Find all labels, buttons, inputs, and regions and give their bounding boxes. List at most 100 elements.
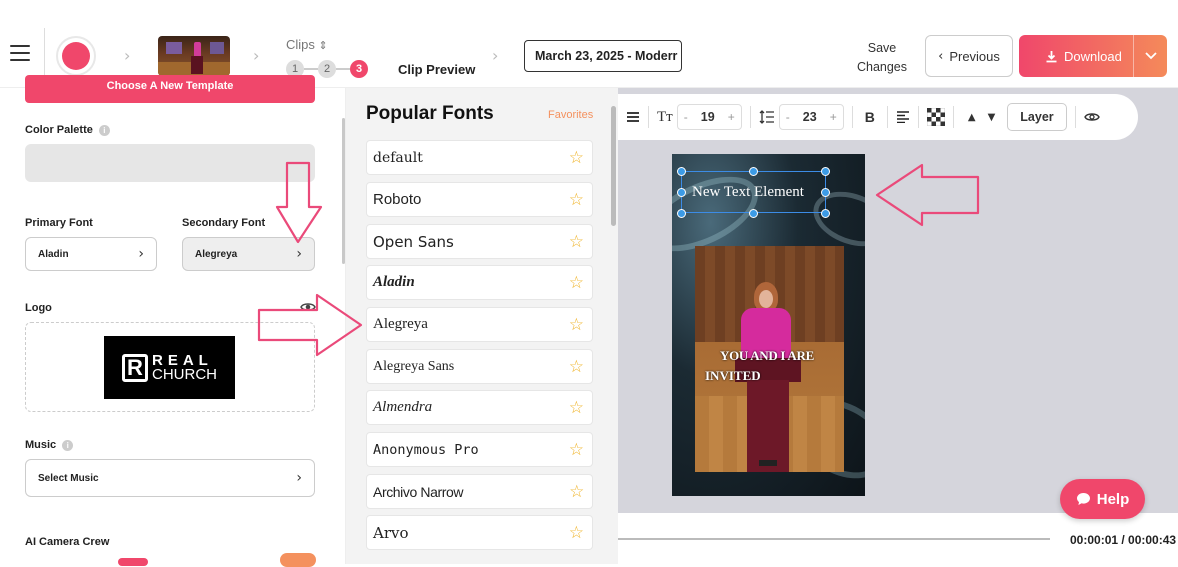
- video-frame: YOU AND I ARE INVITED: [695, 246, 844, 472]
- font-item[interactable]: Anonymous Pro ☆: [366, 432, 593, 467]
- help-label: Help: [1096, 490, 1130, 508]
- layer-down-icon[interactable]: ▼: [982, 112, 1002, 123]
- down-arrow-annotation-icon: [275, 161, 323, 244]
- star-icon[interactable]: ☆: [569, 315, 584, 335]
- font-item[interactable]: Roboto ☆: [366, 182, 593, 217]
- text-element[interactable]: New Text Element: [681, 171, 826, 213]
- info-icon[interactable]: i: [62, 439, 74, 451]
- save-label: Save: [867, 41, 897, 55]
- decrease-icon[interactable]: -: [678, 110, 694, 124]
- previous-label: Previous: [949, 48, 1000, 64]
- download-label: Download: [1064, 48, 1122, 64]
- layer-button[interactable]: Layer: [1007, 103, 1067, 131]
- font-item[interactable]: Almendra ☆: [366, 390, 593, 425]
- eye-icon[interactable]: [1083, 111, 1100, 123]
- choose-template-button[interactable]: Choose A New Template: [25, 75, 315, 103]
- caption-line-2[interactable]: INVITED: [705, 368, 761, 384]
- ai-camera-label: AI Camera Crew: [25, 536, 110, 548]
- color-palette-heading: Color Palette i: [25, 124, 110, 136]
- resize-handle[interactable]: [821, 167, 830, 176]
- line-height-stepper[interactable]: - 23 +: [778, 104, 844, 130]
- chevron-down-icon[interactable]: [1133, 35, 1167, 77]
- font-item[interactable]: Open Sans ☆: [366, 224, 593, 259]
- text-align-icon[interactable]: [896, 111, 910, 123]
- color-palette-swatch[interactable]: [25, 144, 315, 182]
- star-icon[interactable]: ☆: [569, 148, 584, 168]
- clip-title-field[interactable]: March 23, 2025 - Moderr: [524, 40, 682, 72]
- secondary-font-value: Alegreya: [195, 248, 238, 260]
- line-height-value[interactable]: 23: [796, 110, 824, 124]
- left-arrow-annotation-icon: [875, 163, 980, 227]
- chevron-right-icon: ›: [492, 46, 499, 65]
- bold-button[interactable]: B: [861, 109, 879, 125]
- music-select[interactable]: Select Music ›: [25, 459, 315, 497]
- resize-handle[interactable]: [677, 167, 686, 176]
- font-item[interactable]: Alegreya ☆: [366, 307, 593, 342]
- increase-icon[interactable]: +: [722, 110, 741, 124]
- option-chip[interactable]: [118, 558, 148, 566]
- clips-label: Clips: [286, 37, 315, 52]
- star-icon[interactable]: ☆: [569, 232, 584, 252]
- star-icon[interactable]: ☆: [569, 273, 584, 293]
- transparency-icon[interactable]: [926, 108, 945, 126]
- popular-fonts-title: Popular Fonts: [366, 103, 494, 124]
- caption-line-1[interactable]: YOU AND I ARE: [720, 348, 814, 364]
- step-3[interactable]: 3: [350, 60, 368, 78]
- color-palette-label: Color Palette: [25, 124, 93, 136]
- font-item[interactable]: Arvo ☆: [366, 515, 593, 550]
- save-changes-button[interactable]: Save Changes: [852, 39, 912, 77]
- font-name: default: [373, 149, 423, 166]
- logo-mark: R: [122, 353, 148, 382]
- step-2[interactable]: 2: [318, 60, 336, 78]
- chevron-left-icon: ‹: [938, 48, 944, 64]
- resize-handle[interactable]: [749, 167, 758, 176]
- resize-handle[interactable]: [821, 209, 830, 218]
- favorites-link[interactable]: Favorites: [548, 109, 593, 121]
- divider: [44, 28, 45, 82]
- resize-handle[interactable]: [677, 188, 686, 197]
- primary-font-select[interactable]: Aladin ›: [25, 237, 157, 271]
- font-size-value[interactable]: 19: [694, 110, 722, 124]
- star-icon[interactable]: ☆: [569, 482, 584, 502]
- increase-icon[interactable]: +: [824, 110, 843, 124]
- font-item[interactable]: Archivo Narrow ☆: [366, 474, 593, 509]
- chevron-right-icon: ›: [124, 46, 131, 65]
- star-icon[interactable]: ☆: [569, 398, 584, 418]
- decrease-icon[interactable]: -: [780, 110, 796, 124]
- font-name: Aladin: [373, 274, 415, 290]
- resize-handle[interactable]: [821, 188, 830, 197]
- align-menu-icon[interactable]: [626, 111, 640, 123]
- resize-handle[interactable]: [749, 209, 758, 218]
- star-icon[interactable]: ☆: [569, 440, 584, 460]
- help-button[interactable]: Help: [1060, 479, 1145, 519]
- logo-text-church: CHURCH: [152, 365, 217, 383]
- font-size-stepper[interactable]: - 19 +: [676, 104, 742, 130]
- sidebar-scrollbar[interactable]: [342, 118, 345, 264]
- chevron-right-icon: ›: [296, 470, 302, 486]
- clip-thumbnail[interactable]: [158, 36, 230, 76]
- sort-icon: ⇕: [318, 39, 328, 52]
- download-button[interactable]: Download: [1019, 35, 1167, 77]
- star-icon[interactable]: ☆: [569, 190, 584, 210]
- previous-button[interactable]: ‹ Previous: [925, 35, 1013, 77]
- font-item[interactable]: Aladin ☆: [366, 265, 593, 300]
- clips-dropdown[interactable]: Clips ⇕: [286, 37, 328, 52]
- ai-camera-toggle[interactable]: [280, 553, 316, 567]
- changes-label: Changes: [856, 60, 908, 74]
- primary-font-label: Primary Font: [25, 217, 93, 229]
- font-list-scrollbar[interactable]: [611, 106, 616, 226]
- star-icon[interactable]: ☆: [569, 357, 584, 377]
- record-button[interactable]: [56, 36, 96, 76]
- font-name: Alegreya Sans: [373, 358, 455, 374]
- font-item[interactable]: default ☆: [366, 140, 593, 175]
- info-icon[interactable]: i: [98, 124, 110, 136]
- hamburger-menu-icon[interactable]: [10, 45, 30, 61]
- primary-font-value: Aladin: [38, 248, 69, 260]
- star-icon[interactable]: ☆: [569, 523, 584, 543]
- font-item[interactable]: Alegreya Sans ☆: [366, 349, 593, 384]
- download-icon: [1046, 50, 1057, 62]
- timeline-scrubber[interactable]: [618, 538, 1050, 540]
- layer-up-icon[interactable]: ▲: [962, 112, 982, 123]
- resize-handle[interactable]: [677, 209, 686, 218]
- chat-icon: [1076, 493, 1090, 505]
